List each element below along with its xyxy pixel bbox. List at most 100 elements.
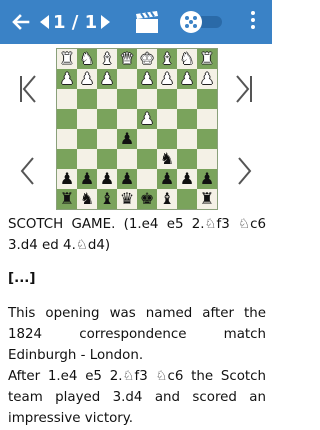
board-square[interactable] (57, 89, 77, 109)
board-square[interactable]: ♟ (157, 69, 177, 89)
chess-piece[interactable]: ♟ (120, 169, 134, 189)
chevron-left-icon[interactable] (6, 136, 50, 206)
chess-piece[interactable]: ♟ (120, 129, 134, 149)
board-square[interactable]: ♟ (97, 69, 117, 89)
chess-piece[interactable]: ♜ (200, 189, 214, 209)
chess-piece[interactable]: ♟ (180, 169, 194, 189)
chess-piece[interactable]: ♟ (80, 69, 94, 89)
board-square[interactable]: ♟ (57, 169, 77, 189)
chess-piece[interactable]: ♟ (200, 69, 214, 89)
chess-piece[interactable]: ♜ (200, 49, 214, 69)
chess-piece[interactable]: ♜ (60, 49, 74, 69)
board-square[interactable]: ♛ (117, 49, 137, 69)
chess-piece[interactable]: ♝ (160, 189, 174, 209)
board-square[interactable]: ♜ (57, 189, 77, 209)
board-square[interactable]: ♚ (137, 189, 157, 209)
chess-piece[interactable]: ♟ (60, 69, 74, 89)
board-square[interactable]: ♝ (97, 49, 117, 69)
chess-piece[interactable]: ♚ (140, 49, 154, 69)
chess-piece[interactable]: ♞ (80, 49, 94, 69)
board-square[interactable]: ♛ (117, 189, 137, 209)
chess-piece[interactable]: ♟ (160, 169, 174, 189)
chess-piece[interactable]: ♟ (140, 69, 154, 89)
board-square[interactable]: ♟ (197, 169, 217, 189)
board-square[interactable] (97, 89, 117, 109)
board-square[interactable] (77, 129, 97, 149)
board-square[interactable]: ♞ (177, 49, 197, 69)
board-square[interactable] (57, 109, 77, 129)
board-square[interactable] (157, 89, 177, 109)
board-square[interactable] (97, 129, 117, 149)
board-square[interactable] (197, 149, 217, 169)
board-square[interactable] (137, 89, 157, 109)
board-square[interactable] (137, 129, 157, 149)
chess-piece[interactable]: ♞ (80, 189, 94, 209)
previous-board-icon[interactable] (40, 15, 49, 29)
board-square[interactable]: ♜ (197, 49, 217, 69)
board-square[interactable] (177, 149, 197, 169)
board-square[interactable] (197, 129, 217, 149)
board-square[interactable]: ♟ (197, 69, 217, 89)
board-square[interactable] (117, 69, 137, 89)
chess-piece[interactable]: ♛ (120, 49, 134, 69)
board-square[interactable]: ♟ (117, 169, 137, 189)
chess-piece[interactable]: ♟ (60, 169, 74, 189)
chess-piece[interactable]: ♞ (180, 49, 194, 69)
next-board-icon[interactable] (101, 15, 111, 29)
board-square[interactable] (177, 129, 197, 149)
arrow-left-icon[interactable] (8, 9, 34, 35)
board-square[interactable] (197, 89, 217, 109)
board-square[interactable]: ♟ (57, 69, 77, 89)
board-square[interactable]: ♚ (137, 49, 157, 69)
board-square[interactable] (157, 109, 177, 129)
board-square[interactable] (97, 149, 117, 169)
chess-piece[interactable]: ♟ (160, 69, 174, 89)
board-square[interactable] (157, 129, 177, 149)
more-vertical-icon[interactable] (250, 11, 256, 33)
board-square[interactable] (77, 109, 97, 129)
board-square[interactable] (197, 109, 217, 129)
chess-piece[interactable]: ♟ (80, 169, 94, 189)
board-square[interactable] (57, 149, 77, 169)
board-square[interactable]: ♟ (137, 109, 157, 129)
chess-piece[interactable]: ♝ (100, 189, 114, 209)
chess-board[interactable]: ♜ ♞ ♝ ♛ ♚ ♝ ♞ ♜ ♟ ♟ ♟ ♟ ♟ ♟ ♟ ♟ ♟ ♞ ♟ ♟ ♟ ♟ ♟ ♟ ♟ ♜ ♞ ♝ ♛ ♚ ♝ ♜ (56, 48, 218, 210)
board-square[interactable]: ♟ (137, 69, 157, 89)
board-square[interactable] (77, 149, 97, 169)
chess-piece[interactable]: ♚ (140, 189, 154, 209)
board-square[interactable] (77, 89, 97, 109)
board-square[interactable]: ♟ (177, 169, 197, 189)
board-square[interactable] (57, 129, 77, 149)
chess-piece[interactable]: ♟ (140, 109, 154, 129)
board-square[interactable]: ♝ (157, 189, 177, 209)
board-square[interactable] (137, 149, 157, 169)
board-square[interactable]: ♟ (77, 169, 97, 189)
board-square[interactable]: ♞ (77, 189, 97, 209)
board-square[interactable]: ♝ (157, 49, 177, 69)
chess-piece[interactable]: ♟ (200, 169, 214, 189)
skip-to-end-icon[interactable] (222, 54, 266, 124)
board-square[interactable]: ♟ (157, 169, 177, 189)
chess-piece[interactable]: ♜ (60, 189, 74, 209)
board-square[interactable] (177, 109, 197, 129)
board-square[interactable]: ♜ (57, 49, 77, 69)
board-square[interactable]: ♞ (77, 49, 97, 69)
cube-toggle-icon[interactable] (180, 11, 224, 33)
clapperboard-icon[interactable] (134, 10, 160, 34)
board-square[interactable]: ♟ (77, 69, 97, 89)
board-square[interactable] (177, 89, 197, 109)
board-square[interactable]: ♟ (97, 169, 117, 189)
board-square[interactable]: ♟ (177, 69, 197, 89)
board-square[interactable] (117, 149, 137, 169)
chess-piece[interactable]: ♟ (100, 169, 114, 189)
board-square[interactable]: ♞ (157, 149, 177, 169)
board-square[interactable]: ♜ (197, 189, 217, 209)
chess-piece[interactable]: ♝ (160, 49, 174, 69)
board-square[interactable]: ♝ (97, 189, 117, 209)
chevron-right-icon[interactable] (222, 136, 266, 206)
board-square[interactable] (177, 189, 197, 209)
chess-piece[interactable]: ♟ (100, 69, 114, 89)
board-square[interactable] (117, 109, 137, 129)
chess-piece[interactable]: ♝ (100, 49, 114, 69)
chess-piece[interactable]: ♛ (120, 189, 134, 209)
